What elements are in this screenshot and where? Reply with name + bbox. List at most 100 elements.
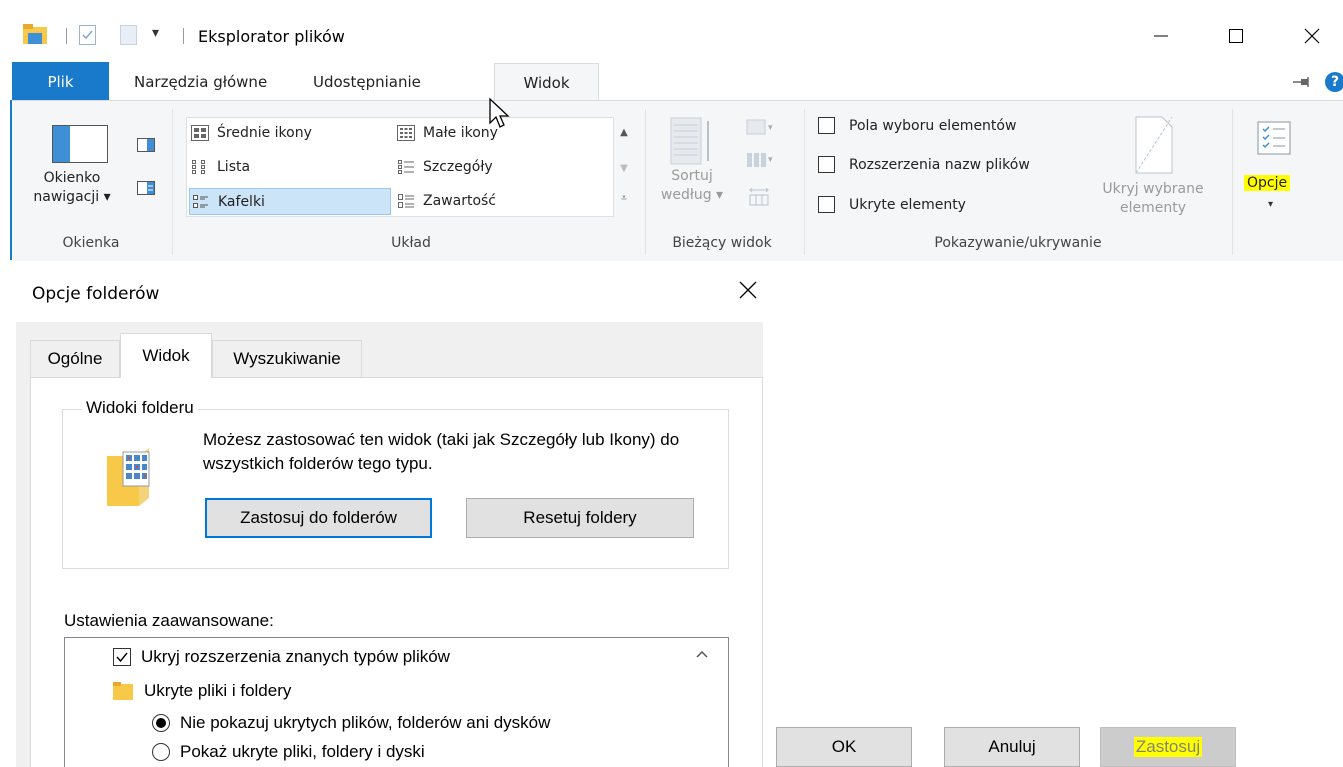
gallery-expand-icon[interactable]: ⩡ [615, 193, 633, 204]
group-separator [1232, 109, 1233, 255]
list-item[interactable]: Pokaż ukryte pliki, foldery i dyski [152, 742, 425, 762]
sort-by-icon[interactable] [670, 117, 714, 165]
layout-medium-icons[interactable]: Średnie ikony [191, 122, 312, 144]
tab-search[interactable]: Wyszukiwanie [212, 340, 362, 377]
tiles-view-icon [193, 194, 208, 208]
scroll-up-icon[interactable] [695, 649, 709, 659]
group-separator [172, 109, 173, 255]
properties-icon[interactable] [79, 25, 96, 45]
checkbox-label: Ukryte elementy [849, 196, 966, 213]
list-item[interactable]: Nie pokazuj ukrytych plików, folderów an… [152, 713, 550, 733]
layout-content[interactable]: Zawartość [397, 190, 496, 212]
group-label-panes: Okienka [62, 235, 120, 251]
layout-gallery: Średnie ikony Małe ikony Lista Szczegóły… [186, 117, 614, 217]
layout-list[interactable]: Lista [191, 156, 250, 178]
layout-item-label: Lista [217, 159, 251, 175]
radio-button[interactable] [152, 743, 170, 761]
list-item[interactable]: Ukryj rozszerzenia znanych typów plików [113, 647, 450, 667]
title-bar: ▾ Eksplorator plików [0, 0, 1343, 62]
add-columns-icon[interactable]: ▾ [746, 151, 776, 169]
ribbon-tabs: Plik Narzędzia główne Udostępnianie Wido… [0, 62, 1343, 102]
radio-button[interactable] [152, 714, 170, 732]
help-icon[interactable]: ? [1325, 72, 1343, 92]
details-pane-icon[interactable] [137, 181, 155, 195]
size-columns-icon[interactable] [748, 185, 770, 207]
hidden-items-toggle[interactable]: Ukryte elementy [818, 196, 966, 213]
hide-selected-label-1: Ukryj wybrane [1102, 181, 1204, 197]
list-item[interactable]: Ukryte pliki i foldery [113, 681, 291, 701]
new-folder-icon[interactable] [120, 25, 137, 45]
list-item-label: Nie pokazuj ukrytych plików, folderów an… [180, 713, 551, 732]
svg-text:▾: ▾ [768, 155, 773, 165]
file-extensions-toggle[interactable]: Rozszerzenia nazw plików [818, 156, 1030, 173]
apply-button[interactable]: Zastosuj [1100, 727, 1236, 767]
checkbox-label: Pola wyboru elementów [849, 117, 1017, 134]
apply-to-folders-button[interactable]: Zastosuj do folderów [205, 498, 432, 538]
folder-views-description: Możesz zastosować ten widok (taki jak Sz… [203, 430, 680, 473]
group-separator [645, 109, 646, 255]
reset-folders-button[interactable]: Resetuj foldery [466, 498, 694, 538]
navigation-pane-button[interactable]: Okienko nawigacji ▾ [26, 169, 118, 207]
dialog-close-button[interactable] [733, 275, 763, 305]
apply-button-label: Zastosuj [1133, 737, 1203, 757]
maximize-icon [1229, 29, 1243, 43]
check-icon [116, 652, 128, 663]
svg-text:▾: ▾ [768, 123, 773, 133]
minimize-icon [1154, 35, 1168, 37]
navigation-pane-icon[interactable] [52, 125, 108, 163]
sort-by-button[interactable]: Sortuj według ▾ [652, 167, 732, 205]
folder-views-title: Widoki folderu [82, 398, 198, 418]
list-item-label: Ukryte pliki i foldery [144, 681, 292, 700]
list-item-label: Pokaż ukryte pliki, foldery i dyski [180, 742, 425, 761]
layout-tiles[interactable]: Kafelki [189, 188, 391, 215]
quick-access-dropdown[interactable]: ▾ [152, 25, 159, 41]
ok-button[interactable]: OK [776, 727, 912, 767]
layout-small-icons[interactable]: Małe ikony [397, 122, 498, 144]
preview-pane-icon[interactable] [137, 138, 155, 152]
minimize-button[interactable] [1138, 18, 1184, 54]
hide-selected-icon[interactable] [1134, 115, 1174, 175]
nav-pane-label-1: Okienko [43, 170, 101, 186]
folder-view-icon [107, 448, 150, 506]
layout-gallery-scroll: ▲ ▼ ⩡ [615, 117, 633, 217]
tab-general[interactable]: Ogólne [30, 340, 120, 377]
group-label-show-hide: Pokazywanie/ukrywanie [934, 235, 1102, 251]
gallery-scroll-up-icon[interactable]: ▲ [615, 127, 633, 138]
window-title: Eksplorator plików [198, 27, 345, 46]
tab-home[interactable]: Narzędzia główne [134, 62, 267, 101]
close-button[interactable] [1289, 18, 1335, 54]
item-checkboxes-toggle[interactable]: Pola wyboru elementów [818, 117, 1016, 134]
medium-icons-icon [191, 125, 209, 141]
checkbox[interactable] [818, 156, 835, 173]
checkbox-label: Rozszerzenia nazw plików [849, 156, 1030, 173]
pin-icon[interactable] [1293, 77, 1311, 87]
maximize-button[interactable] [1213, 18, 1259, 54]
cancel-button[interactable]: Anuluj [944, 727, 1080, 767]
checkbox[interactable] [113, 648, 131, 666]
tab-file[interactable]: Plik [12, 62, 109, 101]
ribbon-view: Okienko nawigacji ▾ Okienka Średnie ikon… [12, 100, 1343, 261]
sort-label-1: Sortuj [671, 168, 713, 184]
small-icons-icon [397, 125, 415, 141]
checkbox[interactable] [818, 117, 835, 134]
options-dropdown-icon[interactable]: ▾ [1268, 199, 1273, 210]
checkbox[interactable] [818, 196, 835, 213]
group-label-layout: Układ [391, 235, 431, 251]
group-by-icon[interactable]: ▾ [746, 119, 776, 137]
mouse-cursor-icon [489, 97, 510, 128]
dialog-title: Opcje folderów [32, 284, 160, 304]
hide-selected-button[interactable]: Ukryj wybrane elementy [1088, 180, 1218, 218]
close-icon [1304, 28, 1320, 44]
options-icon[interactable] [1257, 121, 1291, 155]
tab-share[interactable]: Udostępnianie [313, 62, 421, 101]
gallery-scroll-down-icon[interactable]: ▼ [615, 163, 633, 174]
layout-item-label: Szczegóły [423, 159, 493, 175]
options-button[interactable]: Opcje [1244, 175, 1291, 191]
tab-view[interactable]: Widok [120, 333, 212, 378]
file-explorer-icon[interactable] [22, 23, 48, 45]
layout-details[interactable]: Szczegóły [397, 156, 493, 178]
group-separator [804, 109, 805, 255]
list-view-icon [192, 160, 205, 174]
group-label-current-view: Bieżący widok [672, 235, 772, 251]
details-view-icon [398, 160, 414, 174]
